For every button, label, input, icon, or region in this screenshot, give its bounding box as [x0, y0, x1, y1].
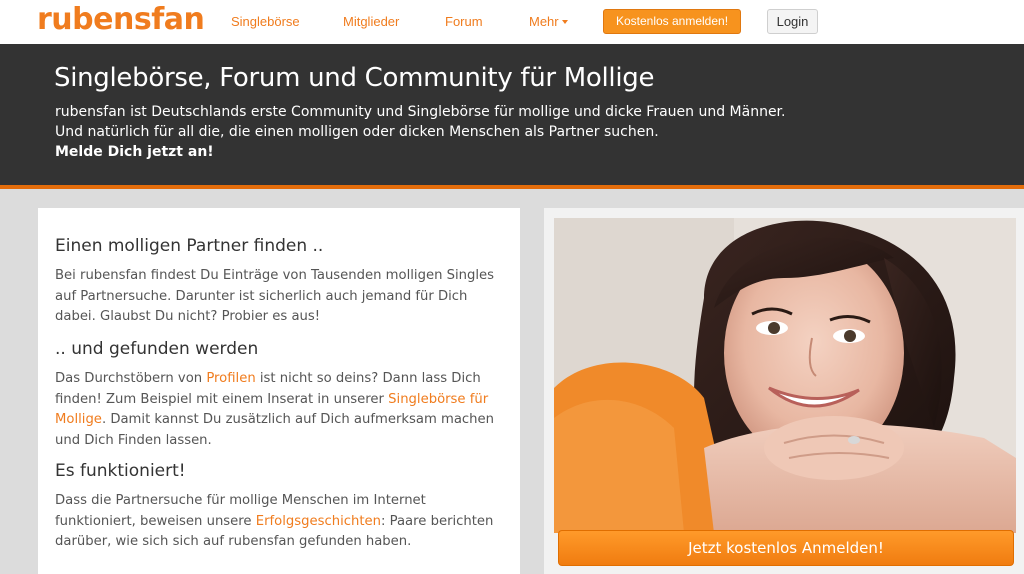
hero-signup-prompt: Melde Dich jetzt an!: [55, 144, 214, 160]
text-segment: Das Durchstöbern von: [55, 371, 207, 386]
nav-link-mehr-label: Mehr: [529, 14, 559, 29]
text-segment: . Damit kannst Du zusätzlich auf Dich au…: [55, 412, 495, 448]
register-button[interactable]: Kostenlos anmelden!: [603, 9, 741, 34]
section-text-it-works: Dass die Partnersuche für mollige Mensch…: [55, 491, 510, 553]
nav-link-mitglieder[interactable]: Mitglieder: [343, 14, 399, 30]
hero-text-line-2: Und natürlich für all die, die einen mol…: [55, 124, 659, 140]
nav-link-singleboerse[interactable]: Singlebörse: [231, 14, 300, 30]
nav-link-mehr-dropdown[interactable]: Mehr: [529, 14, 568, 30]
photo-illustration: [554, 218, 1016, 533]
smiling-woman-photo: [554, 218, 1016, 533]
promo-image-panel: Jetzt kostenlos Anmelden!: [544, 208, 1024, 574]
hero-title: Singlebörse, Forum und Community für Mol…: [54, 63, 655, 93]
site-logo[interactable]: rubensfan: [37, 2, 205, 38]
hero-text-line-1: rubensfan ist Deutschlands erste Communi…: [55, 104, 786, 120]
top-navigation-bar: rubensfan Singlebörse Mitglieder Forum M…: [0, 0, 1024, 44]
hero-banner: Singlebörse, Forum und Community für Mol…: [0, 44, 1024, 185]
info-panel: Einen molligen Partner finden .. Bei rub…: [38, 208, 520, 574]
hero-divider: [0, 185, 1024, 189]
chevron-down-icon: [561, 19, 568, 24]
login-button[interactable]: Login: [767, 9, 818, 34]
section-text-be-found: Das Durchstöbern von Profilen ist nicht …: [55, 369, 510, 451]
section-heading-it-works: Es funktioniert!: [55, 461, 186, 481]
hero-description: rubensfan ist Deutschlands erste Communi…: [55, 102, 785, 162]
link-success-stories[interactable]: Erfolgsgeschichten: [256, 514, 381, 529]
section-heading-find-partner: Einen molligen Partner finden ..: [55, 236, 324, 256]
section-text-find-partner: Bei rubensfan findest Du Einträge von Ta…: [55, 268, 495, 324]
link-profiles[interactable]: Profilen: [206, 371, 255, 386]
signup-cta-button[interactable]: Jetzt kostenlos Anmelden!: [558, 530, 1014, 566]
section-heading-be-found: .. und gefunden werden: [55, 339, 259, 359]
nav-link-forum[interactable]: Forum: [445, 14, 483, 30]
